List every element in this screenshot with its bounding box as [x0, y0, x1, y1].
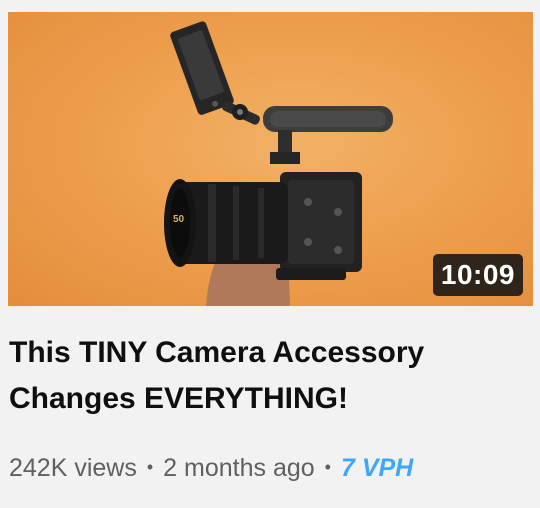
- vph-badge: 7 VPH: [340, 454, 414, 482]
- video-thumbnail[interactable]: 50 10:09: [8, 12, 533, 306]
- video-title-line1: This TINY Camera Accessory: [9, 336, 425, 369]
- video-title[interactable]: This TINY Camera Accessory Changes EVERY…: [9, 330, 509, 422]
- lens-marking: 50: [173, 214, 185, 225]
- video-metadata: 242K views • 2 months ago • 7 VPH: [9, 451, 413, 484]
- upload-age: 2 months ago: [163, 454, 315, 482]
- separator-dot: •: [146, 457, 154, 477]
- separator-dot-2: •: [324, 457, 331, 477]
- video-title-line2: Changes EVERYTHING!: [9, 382, 348, 415]
- view-count: 242K views: [9, 454, 137, 482]
- duration-badge: 10:09: [432, 254, 523, 296]
- video-card[interactable]: 50 10:09 This TINY Camera Accessory Chan…: [0, 0, 540, 508]
